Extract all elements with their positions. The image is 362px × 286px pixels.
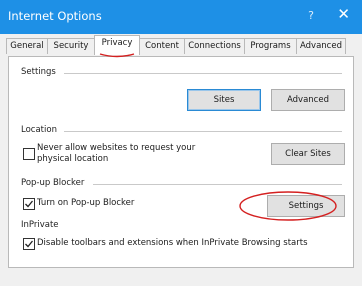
tab-content-label: Content	[145, 41, 179, 51]
title-bar[interactable]: Internet Options ? ✕	[0, 0, 362, 34]
tab-privacy-label: Privacy	[101, 38, 133, 48]
advanced-button[interactable]: Advanced	[271, 89, 345, 111]
tab-advanced[interactable]: Advanced	[296, 38, 346, 54]
tab-privacy[interactable]: Privacy	[94, 35, 140, 58]
popup-blocker-label: Turn on Pop-up Blocker	[37, 198, 135, 208]
popup-blocker-checkbox[interactable]	[23, 198, 35, 210]
privacy-panel: Settings Sites Advanced Location Never a…	[8, 56, 354, 268]
clear-sites-button[interactable]: Clear Sites	[271, 143, 345, 165]
tab-content[interactable]: Content	[139, 38, 185, 54]
annotation-underline	[99, 53, 135, 58]
popup-divider	[93, 184, 342, 185]
check-icon	[25, 200, 34, 208]
check-icon	[25, 240, 34, 248]
sites-button[interactable]: Sites	[187, 89, 261, 111]
location-divider	[64, 131, 342, 132]
window-title: Internet Options	[8, 9, 102, 23]
close-button[interactable]: ✕	[337, 5, 350, 23]
tab-advanced-label: Advanced	[300, 41, 342, 51]
never-allow-label-line1: Never allow websites to request your	[37, 143, 196, 153]
tab-programs[interactable]: Programs	[244, 38, 297, 54]
tab-general[interactable]: General	[6, 38, 48, 54]
tab-programs-label: Programs	[250, 41, 291, 51]
annotation-circle	[239, 191, 337, 221]
never-allow-checkbox[interactable]	[23, 148, 35, 160]
settings-divider	[64, 73, 342, 74]
inprivate-label: Disable toolbars and extensions when InP…	[37, 238, 308, 248]
help-button[interactable]: ?	[308, 9, 314, 22]
never-allow-label-line2: physical location	[37, 154, 109, 164]
tab-connections[interactable]: Connections	[184, 38, 245, 54]
inprivate-checkbox[interactable]	[23, 238, 35, 250]
popup-blocker-heading: Pop-up Blocker	[21, 178, 85, 188]
tab-security[interactable]: Security	[47, 38, 95, 54]
tab-strip: General Security Privacy Content Connect…	[0, 34, 362, 58]
tab-security-label: Security	[53, 41, 89, 51]
settings-heading: Settings	[21, 67, 56, 77]
inprivate-heading: InPrivate	[21, 220, 59, 230]
tab-connections-label: Connections	[188, 41, 241, 51]
location-heading: Location	[21, 125, 57, 135]
tab-general-label: General	[10, 41, 44, 51]
internet-options-dialog: Internet Options ? ✕ General Security Pr…	[0, 0, 362, 286]
